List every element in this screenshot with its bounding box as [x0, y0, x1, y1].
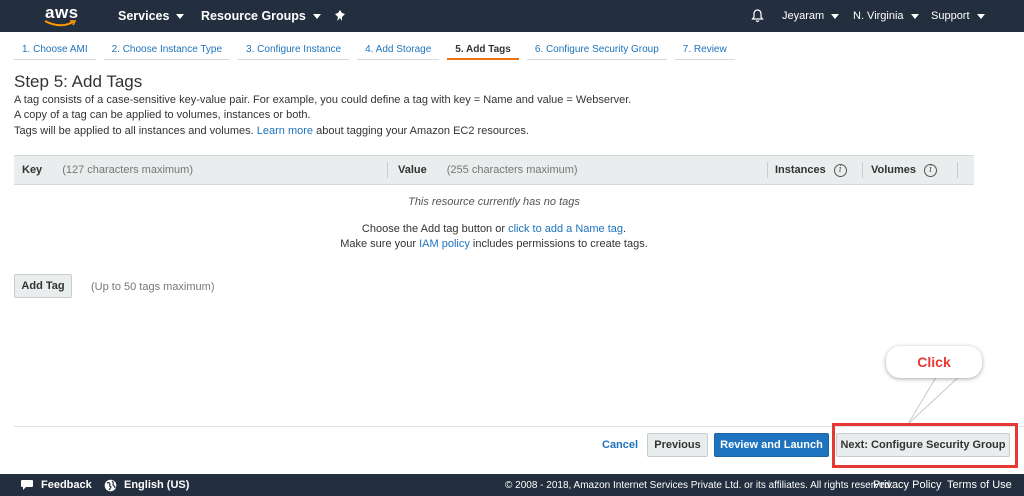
- tags-table-header: Key (127 characters maximum) Value (255 …: [14, 155, 974, 185]
- tab-review[interactable]: 7. Review: [674, 40, 735, 60]
- bell-icon-svg: [751, 9, 764, 23]
- description-line-2: A copy of a tag can be applied to volume…: [14, 109, 311, 121]
- key-header-label: Key: [22, 164, 43, 176]
- column-divider: [767, 162, 768, 178]
- instances-column-header: Instances i: [775, 156, 847, 184]
- iam-policy-help-line: Make sure your IAM policy includes permi…: [0, 238, 988, 250]
- services-menu[interactable]: Services: [118, 0, 185, 32]
- copyright-text: © 2008 - 2018, Amazon Internet Services …: [505, 479, 893, 491]
- key-column-header: Key (127 characters maximum): [22, 156, 193, 184]
- column-divider: [862, 162, 863, 178]
- tab-add-storage[interactable]: 4. Add Storage: [357, 40, 440, 60]
- feedback-label: Feedback: [41, 479, 92, 491]
- empty-tags-text: This resource currently has no tags: [408, 196, 580, 208]
- info-icon[interactable]: i: [833, 163, 847, 177]
- add-tag-limit-hint: (Up to 50 tags maximum): [91, 281, 215, 293]
- value-header-hint: (255 characters maximum): [446, 164, 578, 176]
- description-line-3-text: Tags will be applied to all instances an…: [14, 125, 254, 137]
- speech-bubble-icon: [21, 480, 33, 490]
- value-column-header: Value (255 characters maximum): [398, 156, 578, 184]
- top-navigation-bar: aws Services Resource Groups Jeyaram N. …: [0, 0, 1024, 32]
- aws-smile-icon: [44, 20, 76, 27]
- instances-header-label: Instances: [775, 164, 826, 176]
- iam-help-text: Make sure your: [340, 238, 417, 250]
- language-selector[interactable]: English (US): [104, 474, 189, 496]
- tab-configure-instance[interactable]: 3. Configure Instance: [238, 40, 350, 60]
- terms-of-use-link[interactable]: Terms of Use: [947, 474, 1012, 496]
- add-tag-help-line: Choose the Add tag button or click to ad…: [0, 223, 988, 235]
- iam-help-suffix: includes permissions to create tags.: [472, 238, 648, 250]
- tab-add-tags[interactable]: 5. Add Tags: [447, 40, 519, 60]
- tab-choose-ami[interactable]: 1. Choose AMI: [14, 40, 96, 60]
- annotation-highlight-box: [832, 423, 1018, 468]
- description-line-3: Tags will be applied to all instances an…: [14, 124, 529, 138]
- description-line-1: A tag consists of a case-sensitive key-v…: [14, 94, 632, 106]
- user-name: Jeyaram: [782, 10, 825, 22]
- resource-groups-label: Resource Groups: [201, 9, 306, 23]
- chevron-down-icon: [976, 13, 985, 19]
- volumes-column-header: Volumes i: [871, 156, 938, 184]
- aws-logo[interactable]: aws: [44, 3, 78, 29]
- services-label: Services: [118, 9, 170, 23]
- add-tag-button[interactable]: Add Tag: [14, 274, 72, 298]
- tab-configure-security-group[interactable]: 6. Configure Security Group: [526, 40, 667, 60]
- globe-icon: [104, 479, 117, 491]
- column-divider: [957, 162, 958, 178]
- value-header-label: Value: [398, 164, 427, 176]
- support-menu[interactable]: Support: [931, 0, 985, 32]
- language-label: English (US): [124, 479, 190, 491]
- tab-choose-instance-type[interactable]: 2. Choose Instance Type: [103, 40, 231, 60]
- add-tag-help-period: .: [623, 223, 627, 235]
- pin-icon-svg: [335, 10, 345, 21]
- support-label: Support: [931, 10, 970, 22]
- chevron-down-icon: [312, 13, 321, 19]
- add-name-tag-link[interactable]: click to add a Name tag: [508, 223, 623, 235]
- region-menu[interactable]: N. Virginia: [853, 0, 919, 32]
- empty-tags-message: This resource currently has no tags: [0, 196, 988, 208]
- chevron-down-icon: [910, 13, 919, 19]
- user-menu[interactable]: Jeyaram: [782, 0, 840, 32]
- previous-button[interactable]: Previous: [647, 433, 708, 457]
- feedback-link[interactable]: Feedback: [20, 474, 92, 496]
- page-title: Step 5: Add Tags: [14, 72, 143, 91]
- pin-icon[interactable]: [334, 0, 346, 32]
- key-header-hint: (127 characters maximum): [62, 164, 194, 176]
- column-divider: [387, 162, 388, 178]
- privacy-policy-link[interactable]: Privacy Policy: [873, 474, 941, 496]
- learn-more-link[interactable]: Learn more: [257, 125, 313, 137]
- cancel-link[interactable]: Cancel: [602, 439, 638, 451]
- add-tag-help-text: Choose the Add tag button or: [361, 223, 506, 235]
- chevron-down-icon: [831, 13, 840, 19]
- click-callout: Click: [886, 346, 982, 378]
- info-icon[interactable]: i: [924, 163, 938, 177]
- footer-bar: Feedback English (US) © 2008 - 2018, Ama…: [0, 474, 1024, 496]
- volumes-header-label: Volumes: [871, 164, 917, 176]
- region-name: N. Virginia: [853, 10, 904, 22]
- bell-icon[interactable]: [751, 0, 764, 32]
- wizard-steps: 1. Choose AMI 2. Choose Instance Type 3.…: [14, 40, 743, 60]
- callout-text: Click: [917, 354, 951, 370]
- resource-groups-menu[interactable]: Resource Groups: [201, 0, 321, 32]
- review-and-launch-button[interactable]: Review and Launch: [714, 433, 829, 457]
- chevron-down-icon: [176, 13, 185, 19]
- description-line-3-suffix: about tagging your Amazon EC2 resources.: [316, 125, 529, 137]
- iam-policy-link[interactable]: IAM policy: [419, 238, 470, 250]
